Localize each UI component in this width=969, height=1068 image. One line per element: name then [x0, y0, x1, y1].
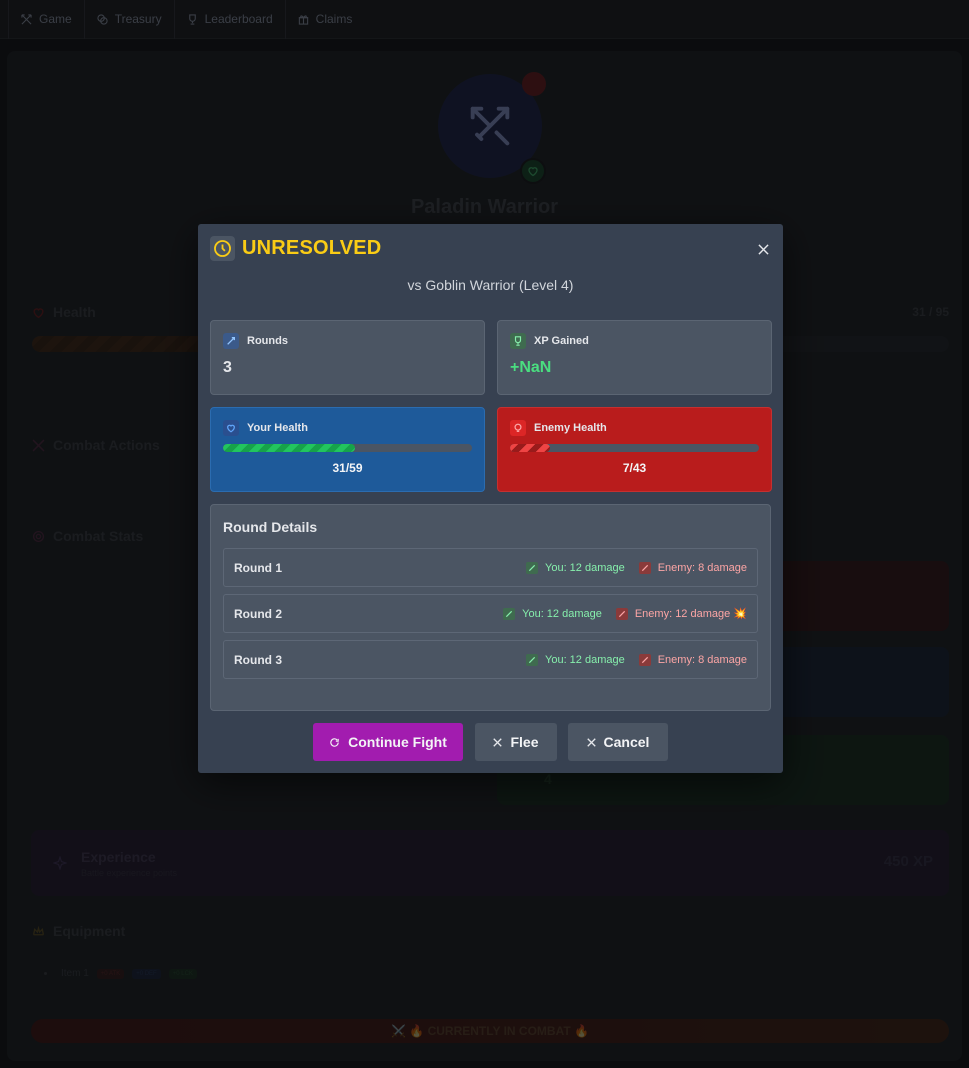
sword-icon [503, 607, 516, 620]
your-health-bar-fill [223, 444, 355, 452]
round-row: Round 3 You: 12 damage Enemy: 8 damage [223, 640, 758, 679]
close-button[interactable] [755, 241, 771, 257]
player-damage: You: 12 damage [526, 653, 625, 666]
your-health-bar [223, 444, 472, 452]
sword-icon [615, 607, 628, 620]
enemy-damage: Enemy: 12 damage 💥 [615, 607, 747, 620]
enemy-damage: Enemy: 8 damage [638, 561, 747, 574]
player-damage: You: 12 damage [503, 607, 602, 620]
sword-icon [526, 653, 538, 666]
your-health-label: Your Health [247, 422, 308, 434]
enemy-health-label: Enemy Health [534, 422, 607, 434]
enemy-health-card: Enemy Health 7/43 [497, 407, 772, 492]
battle-result-modal: UNRESOLVED vs Goblin Warrior (Level 4) R… [198, 224, 783, 773]
rounds-label: Rounds [247, 335, 288, 347]
xp-card: XP Gained +NaN [497, 320, 772, 395]
enemy-health-bar [510, 444, 759, 452]
flee-button[interactable]: Flee [475, 723, 557, 761]
your-health-value: 31/59 [332, 461, 363, 475]
enemy-health-bar-fill [510, 444, 550, 452]
close-icon [586, 737, 596, 747]
cancel-button[interactable]: Cancel [568, 723, 668, 761]
close-icon [493, 737, 503, 747]
sword-icon [526, 561, 538, 574]
round-row: Round 2 You: 12 damage Enemy: 12 damage … [223, 594, 758, 633]
modal-header: UNRESOLVED [210, 236, 381, 261]
sword-icon [638, 561, 651, 574]
battle-status: UNRESOLVED [242, 237, 382, 259]
heart-icon [223, 420, 239, 436]
close-icon [757, 243, 769, 255]
opponent-label: vs Goblin Warrior (Level 4) [407, 277, 574, 293]
continue-fight-button[interactable]: Continue Fight [313, 723, 463, 761]
sword-icon [223, 333, 239, 349]
round-row: Round 1 You: 12 damage Enemy: 8 damage [223, 548, 758, 587]
rounds-card: Rounds 3 [210, 320, 485, 395]
xp-label: XP Gained [534, 335, 589, 347]
rounds-value: 3 [223, 359, 232, 376]
clock-icon [210, 236, 235, 261]
sword-icon [638, 653, 651, 666]
xp-value: +NaN [510, 359, 552, 376]
player-damage: You: 12 damage [526, 561, 625, 574]
round-details: Round Details Round 1 You: 12 damage Ene… [210, 504, 771, 711]
trophy-icon [510, 333, 526, 349]
refresh-icon [330, 737, 339, 747]
enemy-health-value: 7/43 [622, 461, 647, 475]
enemy-damage: Enemy: 8 damage [638, 653, 747, 666]
skull-icon [510, 420, 526, 436]
round-details-title: Round Details [223, 519, 318, 535]
your-health-card: Your Health 31/59 [210, 407, 485, 492]
